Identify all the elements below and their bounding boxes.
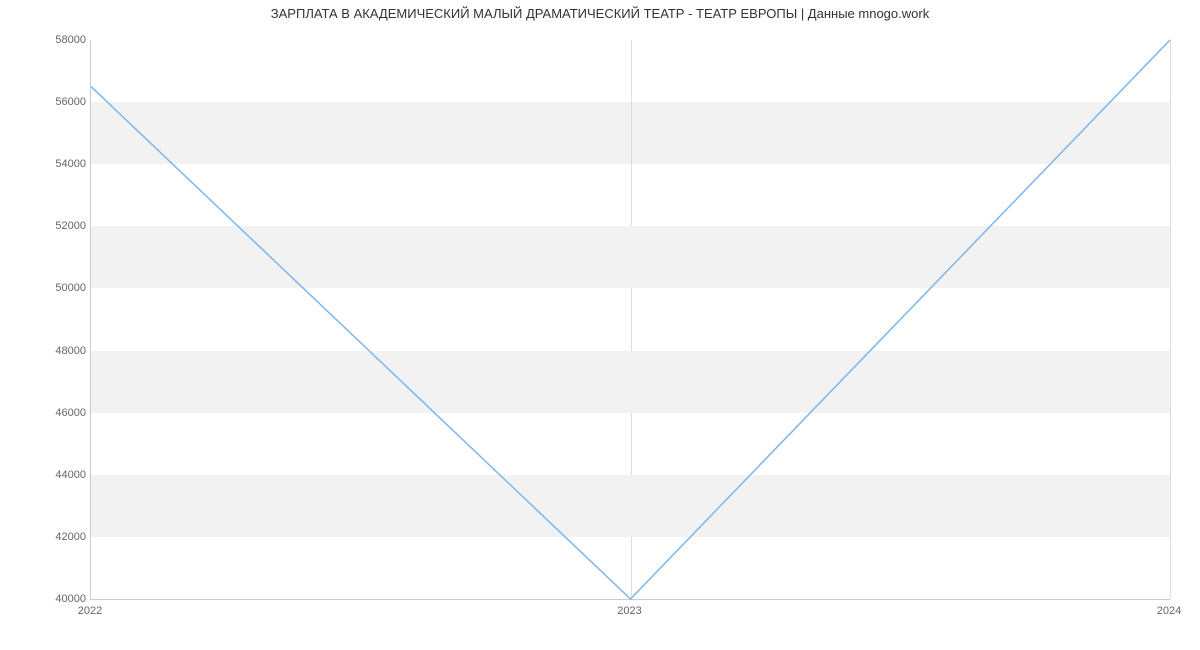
- plot-area: [90, 40, 1170, 600]
- series-line-layer: [91, 40, 1170, 599]
- chart-title: ЗАРПЛАТА В АКАДЕМИЧЕСКИЙ МАЛЫЙ ДРАМАТИЧЕ…: [0, 6, 1200, 21]
- y-tick-label: 52000: [55, 220, 86, 232]
- salary-series-line: [91, 40, 1170, 599]
- y-tick-label: 46000: [55, 407, 86, 419]
- y-tick-label: 54000: [55, 158, 86, 170]
- x-tick-label: 2024: [1157, 605, 1181, 617]
- y-tick-label: 48000: [55, 345, 86, 357]
- x-tick-label: 2022: [78, 605, 102, 617]
- grid-vline: [1170, 40, 1171, 599]
- y-tick-label: 40000: [55, 593, 86, 605]
- y-tick-label: 50000: [55, 282, 86, 294]
- salary-line-chart: ЗАРПЛАТА В АКАДЕМИЧЕСКИЙ МАЛЫЙ ДРАМАТИЧЕ…: [0, 0, 1200, 650]
- y-tick-label: 44000: [55, 469, 86, 481]
- y-tick-label: 56000: [55, 96, 86, 108]
- x-tick-label: 2023: [617, 605, 641, 617]
- y-tick-label: 58000: [55, 34, 86, 46]
- y-tick-label: 42000: [55, 531, 86, 543]
